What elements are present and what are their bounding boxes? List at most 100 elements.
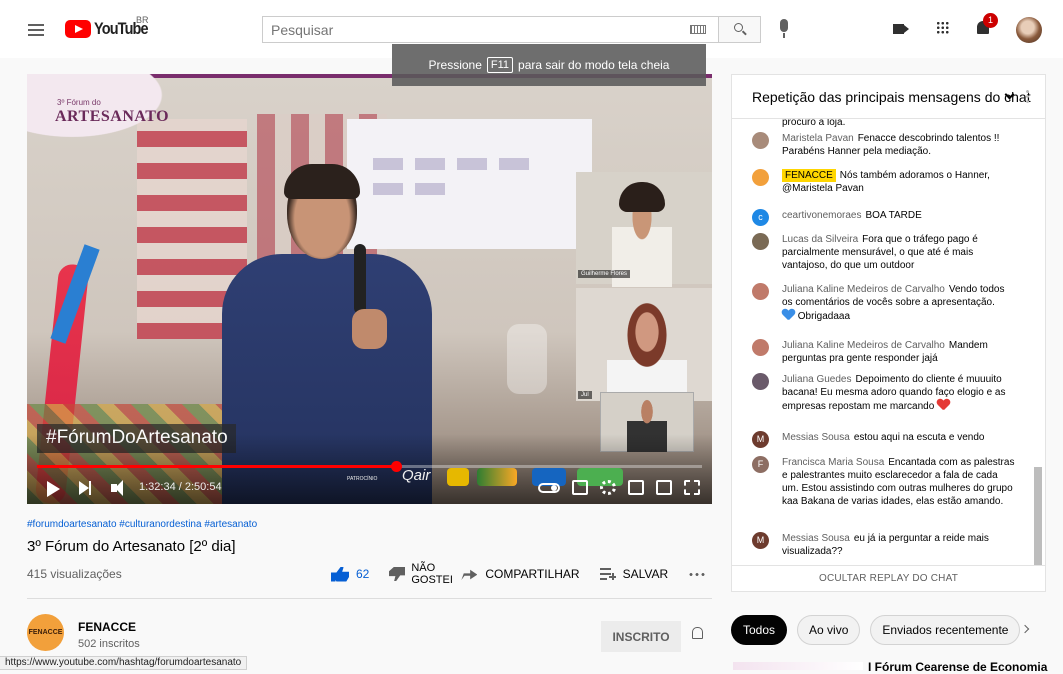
event-logo-title: ARTESANATO [55, 108, 170, 125]
more-vertical-icon[interactable] [1026, 89, 1029, 103]
status-bar-url: https://www.youtube.com/hashtag/forumdoa… [0, 656, 248, 670]
chat-avatar[interactable] [752, 283, 769, 300]
chat-scrollbar[interactable] [1034, 467, 1042, 565]
country-code: BR [136, 15, 149, 25]
chat-author[interactable]: Messias Sousa [782, 533, 850, 544]
chat-avatar[interactable]: c [752, 209, 769, 226]
hide-chat-replay-button[interactable]: OCULTAR REPLAY DO CHAT [732, 565, 1045, 592]
chat-message: Lucas da Silveira Fora que o tráfego pago… [752, 233, 1017, 272]
recommendation-thumbnail[interactable] [733, 662, 863, 670]
share-button[interactable]: COMPARTILHAR [461, 567, 580, 581]
subtitles-icon[interactable] [572, 480, 588, 495]
channel-subscribers: 502 inscritos [78, 638, 140, 650]
chat-text: procuro a loja. [782, 119, 846, 128]
chat-message: M Messias Sousa estou aqui na escuta e ve… [752, 431, 1017, 448]
chat-author[interactable]: Juliana Kaline Medeiros de Carvalho [782, 340, 945, 351]
channel-name[interactable]: FENACCE [78, 620, 136, 634]
chat-text: BOA TARDE [865, 210, 922, 221]
divider [27, 598, 712, 599]
search-input[interactable] [263, 17, 683, 42]
chat-header: Repetição das principais mensagens do ch… [732, 75, 1045, 119]
toast-key: F11 [486, 57, 514, 73]
chat-message: Maristela Pavan Fenacce descobrindo talen… [752, 132, 1017, 158]
video-hashtags[interactable]: #forumdoartesanato #culturanordestina #a… [27, 519, 257, 530]
notification-badge: 1 [983, 13, 998, 28]
video-player[interactable]: Guilherme Flores Jul 3º Fórum do ARTESAN… [27, 74, 712, 504]
fullscreen-exit-icon[interactable] [684, 480, 700, 495]
chip-recently-uploaded[interactable]: Enviados recentemente [870, 615, 1021, 645]
chat-avatar[interactable] [752, 373, 769, 390]
notification-bell-icon[interactable] [692, 627, 703, 639]
chat-author[interactable]: Juliana Kaline Medeiros de Carvalho [782, 284, 945, 295]
video-scene-jar [507, 324, 547, 394]
search-button[interactable] [718, 16, 761, 43]
more-horizontal-icon [688, 572, 707, 576]
time-total: 2:50:54 [184, 481, 222, 493]
chat-messages[interactable]: procuro a loja. Maristela Pavan Fenacce d… [732, 119, 1045, 565]
chat-message: procuro a loja. [752, 119, 1017, 129]
chat-mode-title[interactable]: Repetição das principais mensagens do ch… [752, 89, 1031, 105]
chat-avatar[interactable]: M [752, 431, 769, 448]
keyboard-icon[interactable] [690, 25, 706, 34]
chat-avatar[interactable]: M [752, 532, 769, 549]
next-icon[interactable] [79, 481, 91, 495]
chip-all[interactable]: Todos [731, 615, 788, 645]
subscribed-button[interactable]: INSCRITO [601, 621, 681, 652]
miniplayer-icon[interactable] [628, 480, 644, 495]
save-button[interactable]: SALVAR [599, 567, 669, 581]
apps-grid-icon[interactable] [936, 21, 949, 34]
chat-avatar[interactable] [752, 132, 769, 149]
chat-text-2: Obrigadaaa [797, 311, 851, 322]
chat-avatar[interactable]: F [752, 456, 769, 473]
playlist-add-icon [599, 568, 616, 580]
red-heart-icon [937, 399, 950, 411]
thumbs-down-icon [389, 567, 405, 581]
microphone-icon[interactable] [780, 19, 788, 38]
chat-avatar[interactable] [752, 233, 769, 250]
time-display: 1:32:34 / 2:50:54 [139, 481, 222, 493]
chat-author[interactable]: Juliana Guedes [782, 374, 852, 385]
chat-avatar[interactable] [752, 169, 769, 186]
chat-message: FENACCE Nós também adoramos o Hanner, @Ma… [752, 169, 1017, 195]
search-box[interactable] [262, 16, 718, 43]
chat-author[interactable]: Messias Sousa [782, 432, 850, 443]
player-controls: 1:32:34 / 2:50:54 [27, 474, 712, 504]
dislike-label: NÃO GOSTEI [411, 562, 453, 586]
chat-author-owner[interactable]: FENACCE [782, 169, 836, 182]
video-progress-bar[interactable] [37, 461, 702, 472]
chat-author[interactable]: ceartivonemoraes [782, 210, 861, 221]
progress-played [37, 465, 397, 468]
chat-author[interactable]: Lucas da Silveira [782, 234, 858, 245]
chat-message: Juliana Kaline Medeiros de Carvalho Vendo… [752, 283, 1017, 323]
time-current: 1:32:34 [139, 481, 176, 493]
channel-avatar[interactable]: FENACCE [27, 614, 64, 651]
participant-2-label: Jul [578, 391, 592, 399]
related-filter-chips: Todos Ao vivo Enviados recentemente [731, 615, 1021, 645]
chevron-right-icon[interactable] [1020, 624, 1030, 634]
chip-live[interactable]: Ao vivo [797, 615, 861, 645]
more-actions-button[interactable] [688, 572, 707, 576]
create-video-icon[interactable] [893, 24, 909, 34]
theater-mode-icon[interactable] [656, 480, 672, 495]
account-avatar[interactable] [1016, 17, 1042, 43]
view-count: 415 visualizações [27, 567, 122, 581]
video-title: 3º Fórum do Artesanato [2º dia] [27, 538, 236, 555]
recommendation-title[interactable]: I Fórum Cearense de Economia [868, 660, 1047, 674]
settings-gear-icon[interactable] [600, 480, 616, 495]
autoplay-toggle-icon[interactable] [538, 483, 560, 493]
chat-author[interactable]: Maristela Pavan [782, 133, 854, 144]
chat-author[interactable]: Francisca Maria Sousa [782, 457, 884, 468]
play-icon[interactable] [47, 481, 60, 497]
chat-message: F Francisca Maria Sousa Encantada com as … [752, 456, 1017, 508]
chat-message: Juliana Guedes Depoimento do cliente é mu… [752, 373, 1017, 413]
event-logo-small: 3º Fórum do [57, 98, 101, 107]
thumbs-up-icon [331, 566, 349, 582]
toast-text-before: Pressione [428, 58, 482, 72]
save-label: SALVAR [622, 567, 669, 581]
like-button[interactable]: 62 [331, 566, 369, 582]
volume-icon[interactable] [111, 480, 123, 496]
menu-icon[interactable] [28, 24, 44, 36]
dislike-button[interactable]: NÃO GOSTEI [389, 562, 453, 586]
youtube-play-icon [65, 20, 91, 38]
chat-avatar[interactable] [752, 339, 769, 356]
